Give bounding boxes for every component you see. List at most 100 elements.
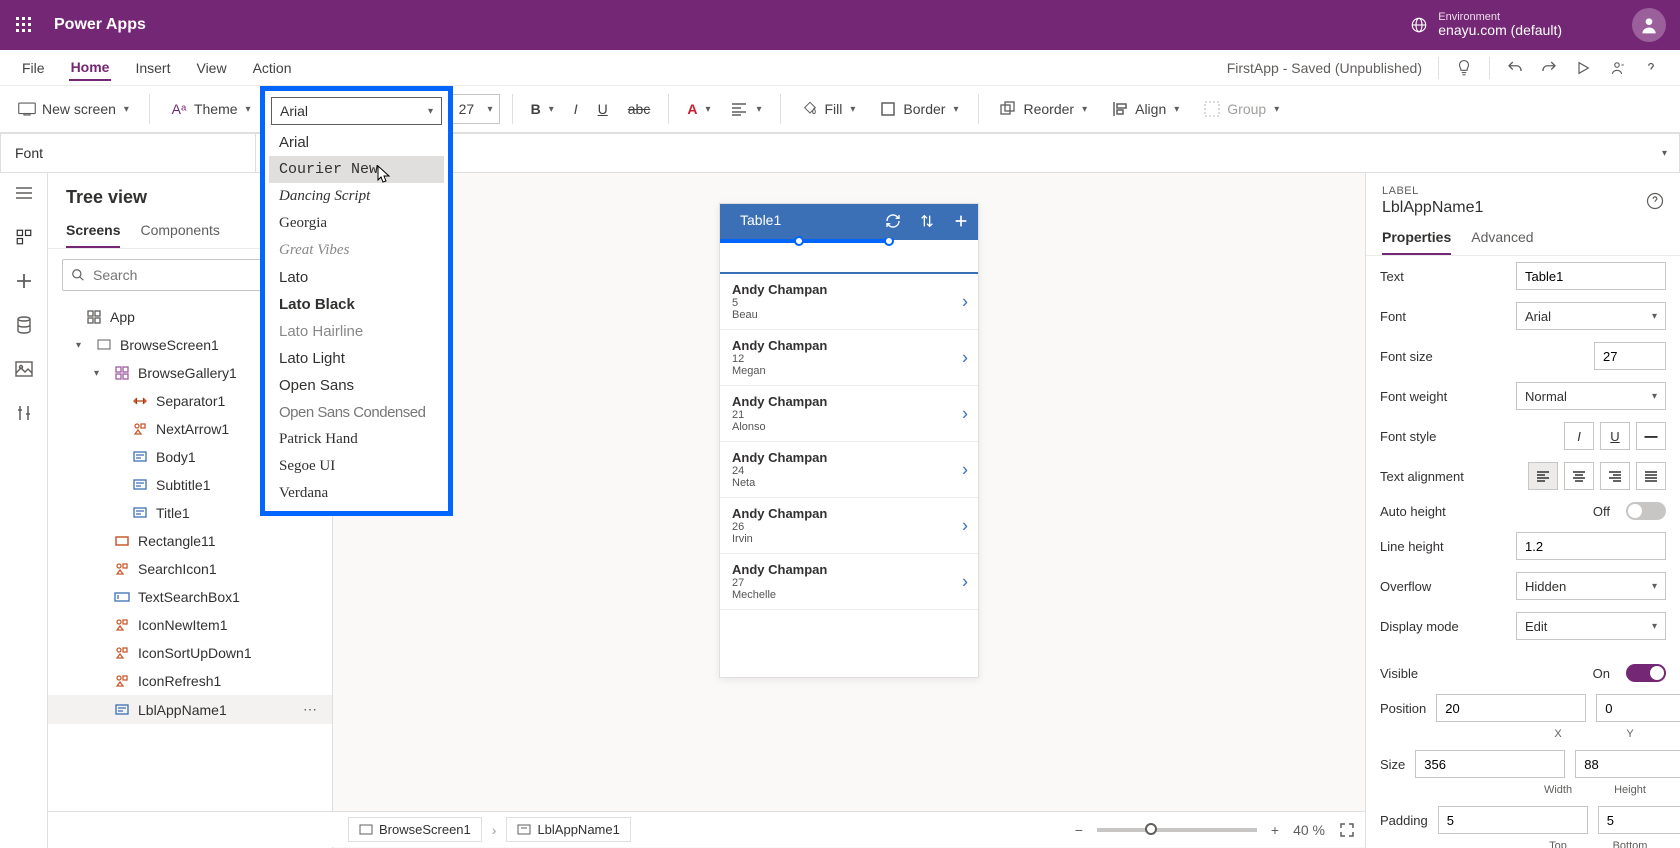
- prop-height-input[interactable]: [1575, 750, 1680, 778]
- tab-screens[interactable]: Screens: [66, 214, 120, 248]
- tab-properties[interactable]: Properties: [1382, 221, 1451, 255]
- more-icon[interactable]: ⋯: [298, 701, 322, 718]
- italic-toggle[interactable]: I: [1564, 422, 1594, 450]
- share-icon[interactable]: [1608, 59, 1626, 77]
- font-option[interactable]: Lato Black: [269, 291, 444, 318]
- app-title-label[interactable]: Table1: [740, 212, 781, 228]
- avatar[interactable]: [1632, 8, 1666, 42]
- prop-width-input[interactable]: [1415, 750, 1565, 778]
- search-items-row[interactable]: 🔍: [720, 238, 978, 274]
- font-option[interactable]: Lato Hairline: [269, 318, 444, 345]
- align-left[interactable]: [1528, 462, 1558, 490]
- tab-components[interactable]: Components: [140, 214, 219, 248]
- prop-x-input[interactable]: [1436, 694, 1586, 722]
- redo-icon[interactable]: [1540, 59, 1558, 77]
- font-option[interactable]: Courier New: [269, 156, 444, 183]
- tree-item[interactable]: TextSearchBox1: [48, 583, 332, 611]
- formula-input[interactable]: fx Font.Arial ▾: [255, 133, 1680, 173]
- font-option[interactable]: Open Sans Condensed: [269, 399, 444, 426]
- app-checker-icon[interactable]: [1455, 59, 1473, 77]
- align-button[interactable]: Align▾: [1103, 100, 1187, 118]
- gallery-item[interactable]: Andy Champan5Beau›: [720, 274, 978, 330]
- help-icon[interactable]: [1646, 192, 1664, 210]
- help-icon[interactable]: [1642, 59, 1660, 77]
- font-dropdown-input[interactable]: Arial ▾: [271, 97, 442, 125]
- prop-padbottom-input[interactable]: [1598, 806, 1680, 834]
- menu-action[interactable]: Action: [251, 56, 294, 80]
- tree-item[interactable]: IconNewItem1: [48, 611, 332, 639]
- sort-icon[interactable]: [910, 204, 944, 238]
- refresh-icon[interactable]: [876, 204, 910, 238]
- prop-y-input[interactable]: [1596, 694, 1680, 722]
- font-size-select[interactable]: 27 ▾: [452, 94, 500, 124]
- prop-font-select[interactable]: Arial▾: [1516, 302, 1666, 330]
- new-screen-button[interactable]: New screen▾: [10, 100, 137, 118]
- fill-button[interactable]: Fill▾: [793, 100, 864, 118]
- gallery-item[interactable]: Andy Champan26Irvin›: [720, 498, 978, 554]
- font-option[interactable]: Arial: [269, 129, 444, 156]
- prop-text-input[interactable]: [1516, 262, 1666, 290]
- visible-toggle[interactable]: [1626, 664, 1666, 682]
- hamburger-icon[interactable]: [14, 183, 34, 203]
- undo-icon[interactable]: [1506, 59, 1524, 77]
- align-right[interactable]: [1600, 462, 1630, 490]
- preview-icon[interactable]: [1574, 59, 1592, 77]
- underline-button[interactable]: U: [592, 97, 614, 121]
- strike-toggle[interactable]: —: [1636, 422, 1666, 450]
- zoom-slider[interactable]: [1097, 828, 1257, 832]
- reorder-button[interactable]: Reorder▾: [991, 100, 1095, 118]
- chevron-down-icon[interactable]: ▾: [1662, 148, 1667, 159]
- gallery-item[interactable]: Andy Champan21Alonso›: [720, 386, 978, 442]
- property-selector[interactable]: Font: [0, 133, 255, 173]
- tree-item[interactable]: Rectangle11: [48, 527, 332, 555]
- gallery-item[interactable]: Andy Champan27Mechelle›: [720, 554, 978, 610]
- prop-lineheight-input[interactable]: [1516, 532, 1666, 560]
- italic-button[interactable]: I: [568, 97, 584, 121]
- font-color-button[interactable]: A▾: [681, 97, 716, 121]
- prop-fontsize-input[interactable]: [1594, 342, 1666, 370]
- font-option[interactable]: Lato: [269, 264, 444, 291]
- prop-padtop-input[interactable]: [1438, 806, 1588, 834]
- font-option[interactable]: Open Sans: [269, 372, 444, 399]
- data-icon[interactable]: [14, 315, 34, 335]
- tab-advanced[interactable]: Advanced: [1471, 221, 1533, 255]
- menu-view[interactable]: View: [194, 56, 228, 80]
- insert-icon[interactable]: [14, 271, 34, 291]
- bold-button[interactable]: B▾: [525, 97, 560, 121]
- font-option[interactable]: Lato Light: [269, 345, 444, 372]
- prop-fontweight-select[interactable]: Normal▾: [1516, 382, 1666, 410]
- tree-item[interactable]: LblAppName1⋯: [48, 695, 332, 724]
- tree-item[interactable]: IconSortUpDown1: [48, 639, 332, 667]
- gallery-item[interactable]: Andy Champan12Megan›: [720, 330, 978, 386]
- media-icon[interactable]: [14, 359, 34, 379]
- canvas[interactable]: Table1 🔍 Andy Champan5Beau›Andy Champan1…: [333, 173, 1365, 848]
- font-option[interactable]: Patrick Hand: [269, 426, 444, 453]
- menu-file[interactable]: File: [20, 56, 47, 80]
- zoom-out-icon[interactable]: −: [1075, 822, 1083, 838]
- tree-view-icon[interactable]: [14, 227, 34, 247]
- add-icon[interactable]: [944, 204, 978, 238]
- prop-overflow-select[interactable]: Hidden▾: [1516, 572, 1666, 600]
- environment-picker[interactable]: Environment enayu.com (default): [1410, 11, 1562, 38]
- text-align-button[interactable]: ▾: [724, 96, 767, 122]
- advanced-tools-icon[interactable]: [14, 403, 34, 423]
- font-option[interactable]: Verdana: [269, 480, 444, 507]
- font-option[interactable]: Great Vibes: [269, 237, 444, 264]
- breadcrumb-screen[interactable]: BrowseScreen1: [348, 817, 482, 842]
- strikethrough-button[interactable]: abc: [622, 97, 657, 121]
- border-button[interactable]: Border▾: [871, 100, 966, 118]
- gallery-item[interactable]: Andy Champan24Neta›: [720, 442, 978, 498]
- prop-displaymode-select[interactable]: Edit▾: [1516, 612, 1666, 640]
- tree-item[interactable]: SearchIcon1: [48, 555, 332, 583]
- align-center[interactable]: [1564, 462, 1594, 490]
- font-option[interactable]: Dancing Script: [269, 183, 444, 210]
- align-justify[interactable]: [1636, 462, 1666, 490]
- menu-insert[interactable]: Insert: [133, 56, 172, 80]
- font-option[interactable]: Segoe UI: [269, 453, 444, 480]
- font-option[interactable]: Georgia: [269, 210, 444, 237]
- underline-toggle[interactable]: U: [1600, 422, 1630, 450]
- tree-item[interactable]: IconRefresh1: [48, 667, 332, 695]
- breadcrumb-control[interactable]: LblAppName1: [506, 817, 630, 842]
- menu-home[interactable]: Home: [69, 55, 112, 81]
- autoheight-toggle[interactable]: [1626, 502, 1666, 520]
